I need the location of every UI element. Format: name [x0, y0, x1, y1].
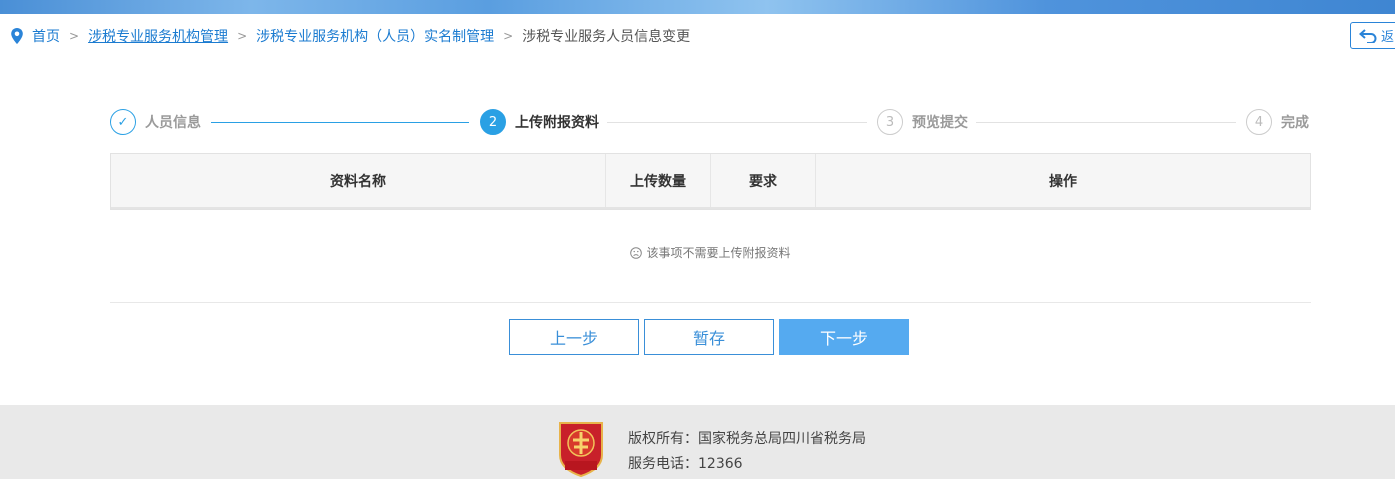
- top-banner: [0, 0, 1395, 14]
- step-personal-info: ✓ 人员信息: [110, 109, 201, 135]
- breadcrumb-separator: >: [503, 29, 514, 43]
- step-preview-submit: 3 预览提交: [877, 109, 968, 135]
- empty-message: 该事项不需要上传附报资料: [646, 246, 791, 260]
- step-number: 3: [877, 109, 903, 135]
- step-number: 2: [480, 109, 506, 135]
- back-button[interactable]: 返: [1350, 22, 1395, 49]
- column-header-action: 操作: [1049, 173, 1077, 190]
- column-header-requirement: 要求: [711, 154, 816, 207]
- empty-state: 该事项不需要上传附报资料: [110, 244, 1311, 261]
- save-draft-button[interactable]: 暂存: [644, 319, 774, 355]
- breadcrumb: 首页 > 涉税专业服务机构管理 > 涉税专业服务机构（人员）实名制管理 > 涉税…: [10, 26, 690, 46]
- step-label: 人员信息: [145, 115, 201, 131]
- step-label: 完成: [1281, 115, 1309, 131]
- table-header: 资料名称 上传数量 要求 操作: [111, 154, 1310, 209]
- prev-step-button[interactable]: 上一步: [509, 319, 639, 355]
- step-complete: 4 完成: [1246, 109, 1309, 135]
- service-phone: 服务电话：12366: [628, 456, 743, 472]
- divider: [110, 302, 1311, 303]
- location-pin-icon: [11, 28, 23, 44]
- step-connector-3: [976, 122, 1236, 123]
- step-connector-2: [607, 122, 867, 123]
- back-button-label: 返: [1381, 30, 1395, 45]
- step-progress: ✓ 人员信息 2 上传附报资料 3 预览提交 4 完成: [110, 109, 1310, 135]
- breadcrumb-separator: >: [69, 29, 80, 43]
- return-arrow-icon: [1359, 28, 1377, 43]
- step-label: 预览提交: [912, 115, 968, 131]
- sad-face-icon: [630, 246, 643, 259]
- step-connector-1: [211, 122, 469, 123]
- next-step-button[interactable]: 下一步: [779, 319, 909, 355]
- step-upload-materials: 2 上传附报资料: [480, 109, 599, 135]
- check-icon: ✓: [110, 109, 136, 135]
- breadcrumb-level1[interactable]: 涉税专业服务机构管理: [88, 26, 228, 46]
- column-header-name: 资料名称: [111, 154, 606, 207]
- breadcrumb-separator: >: [237, 29, 248, 43]
- breadcrumb-level2[interactable]: 涉税专业服务机构（人员）实名制管理: [256, 26, 494, 46]
- copyright-text: 版权所有：国家税务总局四川省税务局: [628, 431, 866, 447]
- party-government-emblem-icon: [559, 422, 603, 477]
- step-label: 上传附报资料: [515, 115, 599, 131]
- column-header-count: 上传数量: [606, 154, 711, 207]
- footer: 版权所有：国家税务总局四川省税务局 服务电话：12366: [0, 405, 1395, 479]
- materials-table: 资料名称 上传数量 要求 操作: [110, 153, 1311, 210]
- step-number: 4: [1246, 109, 1272, 135]
- breadcrumb-current: 涉税专业服务人员信息变更: [522, 29, 691, 45]
- breadcrumb-home[interactable]: 首页: [32, 26, 60, 46]
